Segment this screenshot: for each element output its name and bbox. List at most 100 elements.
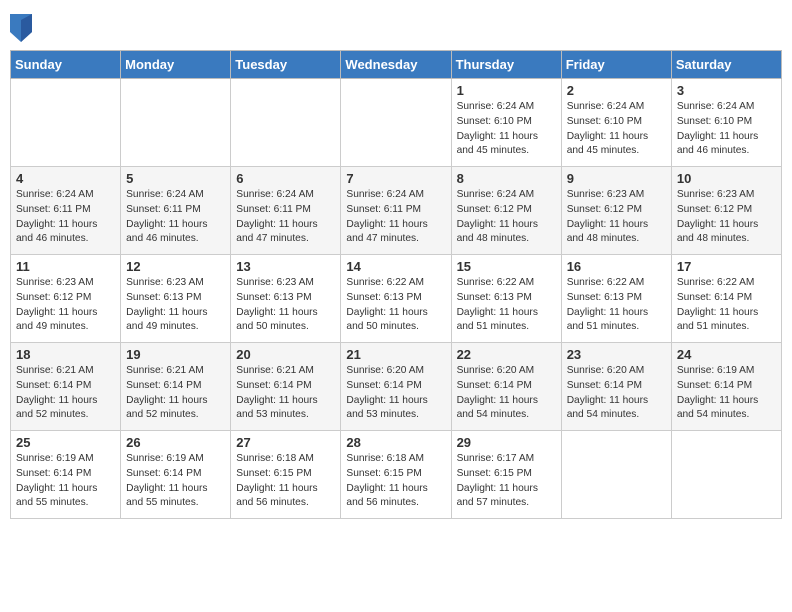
day-info: Sunrise: 6:20 AM Sunset: 6:14 PM Dayligh… xyxy=(457,364,556,423)
day-number: 19 xyxy=(126,347,225,362)
calendar-day-cell: 9 Sunrise: 6:23 AM Sunset: 6:12 PM Daylig… xyxy=(561,167,671,255)
calendar-week-row: 11Sunrise: 6:23 AM Sunset: 6:12 PM Dayli… xyxy=(11,255,782,343)
calendar-day-cell: 23 Sunrise: 6:20 AM Sunset: 6:14 PM Dayli… xyxy=(561,343,671,431)
calendar-day-cell xyxy=(231,79,341,167)
calendar-day-cell: 24 Sunrise: 6:19 AM Sunset: 6:14 PM Dayli… xyxy=(671,343,781,431)
calendar-table: SundayMondayTuesdayWednesdayThursdayFrid… xyxy=(10,50,782,519)
day-of-week-header: Sunday xyxy=(11,51,121,79)
calendar-day-cell xyxy=(121,79,231,167)
day-number: 22 xyxy=(457,347,556,362)
calendar-day-cell: 6 Sunrise: 6:24 AM Sunset: 6:11 PM Daylig… xyxy=(231,167,341,255)
day-info: Sunrise: 6:22 AM Sunset: 6:14 PM Dayligh… xyxy=(677,276,776,335)
calendar-week-row: 25 Sunrise: 6:19 AM Sunset: 6:14 PM Dayli… xyxy=(11,431,782,519)
day-of-week-header: Saturday xyxy=(671,51,781,79)
calendar-body: 1 Sunrise: 6:24 AM Sunset: 6:10 PM Daylig… xyxy=(11,79,782,519)
day-number: 15 xyxy=(457,259,556,274)
day-number: 12 xyxy=(126,259,225,274)
day-info: Sunrise: 6:23 AM Sunset: 6:12 PM Dayligh… xyxy=(567,188,666,247)
day-of-week-header: Monday xyxy=(121,51,231,79)
day-number: 5 xyxy=(126,171,225,186)
day-number: 11 xyxy=(16,259,115,274)
day-info: Sunrise: 6:21 AM Sunset: 6:14 PM Dayligh… xyxy=(236,364,335,423)
day-info: Sunrise: 6:19 AM Sunset: 6:14 PM Dayligh… xyxy=(677,364,776,423)
day-info: Sunrise: 6:18 AM Sunset: 6:15 PM Dayligh… xyxy=(236,452,335,511)
day-info: Sunrise: 6:17 AM Sunset: 6:15 PM Dayligh… xyxy=(457,452,556,511)
day-info: Sunrise: 6:21 AM Sunset: 6:14 PM Dayligh… xyxy=(16,364,115,423)
day-number: 20 xyxy=(236,347,335,362)
day-info: Sunrise: 6:24 AM Sunset: 6:10 PM Dayligh… xyxy=(677,100,776,159)
day-info: Sunrise: 6:23 AM Sunset: 6:12 PM Dayligh… xyxy=(677,188,776,247)
calendar-week-row: 18 Sunrise: 6:21 AM Sunset: 6:14 PM Dayli… xyxy=(11,343,782,431)
calendar-day-cell: 7 Sunrise: 6:24 AM Sunset: 6:11 PM Daylig… xyxy=(341,167,451,255)
day-of-week-header: Thursday xyxy=(451,51,561,79)
day-info: Sunrise: 6:22 AM Sunset: 6:13 PM Dayligh… xyxy=(457,276,556,335)
calendar-day-cell: 13 Sunrise: 6:23 AM Sunset: 6:13 PM Dayli… xyxy=(231,255,341,343)
day-number: 1 xyxy=(457,83,556,98)
calendar-day-cell: 29Sunrise: 6:17 AM Sunset: 6:15 PM Dayli… xyxy=(451,431,561,519)
day-info: Sunrise: 6:23 AM Sunset: 6:13 PM Dayligh… xyxy=(236,276,335,335)
calendar-day-cell: 5 Sunrise: 6:24 AM Sunset: 6:11 PM Daylig… xyxy=(121,167,231,255)
day-number: 17 xyxy=(677,259,776,274)
day-info: Sunrise: 6:19 AM Sunset: 6:14 PM Dayligh… xyxy=(126,452,225,511)
day-info: Sunrise: 6:24 AM Sunset: 6:12 PM Dayligh… xyxy=(457,188,556,247)
day-info: Sunrise: 6:24 AM Sunset: 6:11 PM Dayligh… xyxy=(346,188,445,247)
calendar-day-cell xyxy=(561,431,671,519)
days-header-row: SundayMondayTuesdayWednesdayThursdayFrid… xyxy=(11,51,782,79)
calendar-day-cell: 19 Sunrise: 6:21 AM Sunset: 6:14 PM Dayli… xyxy=(121,343,231,431)
day-number: 21 xyxy=(346,347,445,362)
day-of-week-header: Tuesday xyxy=(231,51,341,79)
day-info: Sunrise: 6:24 AM Sunset: 6:11 PM Dayligh… xyxy=(16,188,115,247)
day-info: Sunrise: 6:20 AM Sunset: 6:14 PM Dayligh… xyxy=(567,364,666,423)
calendar-day-cell: 3 Sunrise: 6:24 AM Sunset: 6:10 PM Daylig… xyxy=(671,79,781,167)
day-number: 14 xyxy=(346,259,445,274)
calendar-day-cell: 8Sunrise: 6:24 AM Sunset: 6:12 PM Daylig… xyxy=(451,167,561,255)
calendar-day-cell: 25 Sunrise: 6:19 AM Sunset: 6:14 PM Dayli… xyxy=(11,431,121,519)
day-info: Sunrise: 6:24 AM Sunset: 6:11 PM Dayligh… xyxy=(126,188,225,247)
calendar-day-cell: 18 Sunrise: 6:21 AM Sunset: 6:14 PM Dayli… xyxy=(11,343,121,431)
day-number: 23 xyxy=(567,347,666,362)
day-number: 16 xyxy=(567,259,666,274)
day-info: Sunrise: 6:19 AM Sunset: 6:14 PM Dayligh… xyxy=(16,452,115,511)
calendar-day-cell: 27 Sunrise: 6:18 AM Sunset: 6:15 PM Dayli… xyxy=(231,431,341,519)
day-info: Sunrise: 6:22 AM Sunset: 6:13 PM Dayligh… xyxy=(567,276,666,335)
day-number: 9 xyxy=(567,171,666,186)
calendar-day-cell: 21 Sunrise: 6:20 AM Sunset: 6:14 PM Dayli… xyxy=(341,343,451,431)
day-number: 4 xyxy=(16,171,115,186)
calendar-day-cell: 10 Sunrise: 6:23 AM Sunset: 6:12 PM Dayli… xyxy=(671,167,781,255)
logo xyxy=(10,14,34,42)
calendar-week-row: 4 Sunrise: 6:24 AM Sunset: 6:11 PM Daylig… xyxy=(11,167,782,255)
calendar-day-cell: 14Sunrise: 6:22 AM Sunset: 6:13 PM Dayli… xyxy=(341,255,451,343)
calendar-day-cell xyxy=(341,79,451,167)
day-info: Sunrise: 6:21 AM Sunset: 6:14 PM Dayligh… xyxy=(126,364,225,423)
day-number: 25 xyxy=(16,435,115,450)
logo-icon xyxy=(10,14,32,42)
calendar-day-cell: 11Sunrise: 6:23 AM Sunset: 6:12 PM Dayli… xyxy=(11,255,121,343)
calendar-day-cell: 2Sunrise: 6:24 AM Sunset: 6:10 PM Daylig… xyxy=(561,79,671,167)
calendar-day-cell: 26 Sunrise: 6:19 AM Sunset: 6:14 PM Dayli… xyxy=(121,431,231,519)
day-number: 13 xyxy=(236,259,335,274)
calendar-week-row: 1 Sunrise: 6:24 AM Sunset: 6:10 PM Daylig… xyxy=(11,79,782,167)
day-number: 24 xyxy=(677,347,776,362)
day-number: 10 xyxy=(677,171,776,186)
day-of-week-header: Wednesday xyxy=(341,51,451,79)
calendar-day-cell: 20 Sunrise: 6:21 AM Sunset: 6:14 PM Dayli… xyxy=(231,343,341,431)
header xyxy=(10,10,782,42)
calendar-day-cell: 28Sunrise: 6:18 AM Sunset: 6:15 PM Dayli… xyxy=(341,431,451,519)
day-info: Sunrise: 6:24 AM Sunset: 6:10 PM Dayligh… xyxy=(457,100,556,159)
calendar-day-cell: 15 Sunrise: 6:22 AM Sunset: 6:13 PM Dayli… xyxy=(451,255,561,343)
day-number: 3 xyxy=(677,83,776,98)
day-info: Sunrise: 6:18 AM Sunset: 6:15 PM Dayligh… xyxy=(346,452,445,511)
day-of-week-header: Friday xyxy=(561,51,671,79)
calendar-day-cell: 22 Sunrise: 6:20 AM Sunset: 6:14 PM Dayli… xyxy=(451,343,561,431)
day-number: 7 xyxy=(346,171,445,186)
day-info: Sunrise: 6:24 AM Sunset: 6:11 PM Dayligh… xyxy=(236,188,335,247)
calendar-day-cell: 4 Sunrise: 6:24 AM Sunset: 6:11 PM Daylig… xyxy=(11,167,121,255)
calendar-day-cell xyxy=(11,79,121,167)
calendar-day-cell: 17 Sunrise: 6:22 AM Sunset: 6:14 PM Dayli… xyxy=(671,255,781,343)
day-number: 26 xyxy=(126,435,225,450)
calendar-day-cell xyxy=(671,431,781,519)
day-number: 27 xyxy=(236,435,335,450)
day-number: 6 xyxy=(236,171,335,186)
day-number: 18 xyxy=(16,347,115,362)
day-info: Sunrise: 6:20 AM Sunset: 6:14 PM Dayligh… xyxy=(346,364,445,423)
